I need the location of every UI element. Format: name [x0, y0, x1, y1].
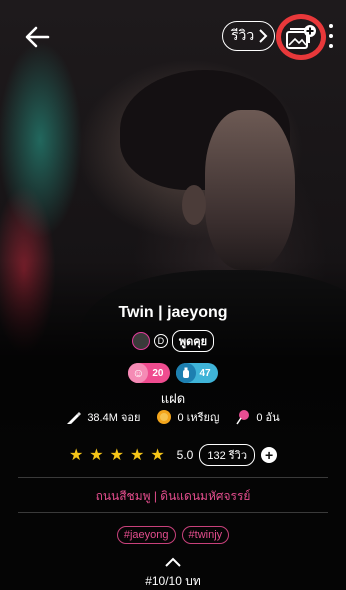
author-name[interactable]: พูดคุย [171, 330, 215, 352]
review-count-button[interactable]: 132 รีวิว [199, 444, 256, 466]
lollipop-stat: 0 อัน [235, 408, 280, 426]
star-icon: ★ [129, 447, 145, 464]
blue-badge-value: 47 [199, 367, 211, 379]
star-icon: ★ [109, 447, 124, 464]
author-row[interactable]: D พูดคุย [0, 330, 346, 352]
divider-bottom [18, 512, 328, 513]
joy-stat: 38.4M จอย [66, 408, 140, 426]
blue-badge: 47 [175, 363, 218, 383]
hashtag-row: #jaeyong #twinjy [0, 526, 346, 544]
hashtag-chip[interactable]: #jaeyong [116, 526, 176, 544]
review-button-label: รีวิว [231, 27, 255, 43]
genre-label: แฝด [160, 391, 186, 406]
episode-count: #10/10 บท [145, 574, 201, 588]
hashtag-chip[interactable]: #twinjy [181, 526, 230, 544]
review-button[interactable]: รีวิว [222, 21, 276, 51]
story-add-icon[interactable] [285, 24, 317, 52]
pink-badge: ☺ 20 [128, 363, 170, 383]
coin-stat: 0 เหรียญ [156, 408, 219, 426]
cover-face [205, 110, 295, 270]
cover-ear [182, 185, 206, 225]
star-icon: ★ [89, 447, 104, 464]
reader-badges: ☺ 20 47 [0, 363, 346, 383]
coin-stat-text: 0 เหรียญ [177, 412, 220, 424]
add-library-icon[interactable]: + [261, 447, 278, 463]
lollipop-stat-text: 0 อัน [256, 412, 280, 424]
bottle-icon [175, 363, 196, 383]
pink-badge-value: 20 [152, 367, 164, 379]
lollipop-icon [236, 410, 250, 425]
author-avatar[interactable] [131, 332, 150, 350]
divider-top [18, 477, 328, 478]
vertical-dots-icon[interactable] [329, 22, 337, 50]
coin-icon [157, 410, 172, 424]
star-icon: ★ [150, 447, 165, 464]
joy-stat-text: 38.4M จอย [87, 412, 141, 424]
stats-row: 38.4M จอย 0 เหรียญ 0 อัน [0, 408, 346, 426]
smiley-icon: ☺ [128, 363, 149, 383]
chevron-up-icon[interactable] [163, 556, 183, 568]
pen-icon [67, 412, 82, 424]
top-bar: รีวิว [0, 0, 346, 70]
rating-row: ★ ★ ★ ★ ★ 5.0 132 รีวิว + [0, 444, 346, 466]
rating-value: 5.0 [176, 448, 194, 462]
star-icon: ★ [68, 447, 84, 464]
category-links[interactable]: ถนนสีชมพู | ดินแดนมหัศจรรย์ [0, 487, 346, 506]
chevron-right-icon [259, 29, 268, 43]
story-cover-screen: รีวิว Twin | jaeyong D พูดคุย ☺ 20 47 แฝ… [0, 0, 346, 590]
arrow-left-icon[interactable] [22, 22, 52, 52]
story-title: Twin | jaeyong [118, 304, 228, 321]
author-level-badge: D [153, 334, 168, 348]
star-rating: ★ ★ ★ ★ ★ [69, 445, 171, 465]
